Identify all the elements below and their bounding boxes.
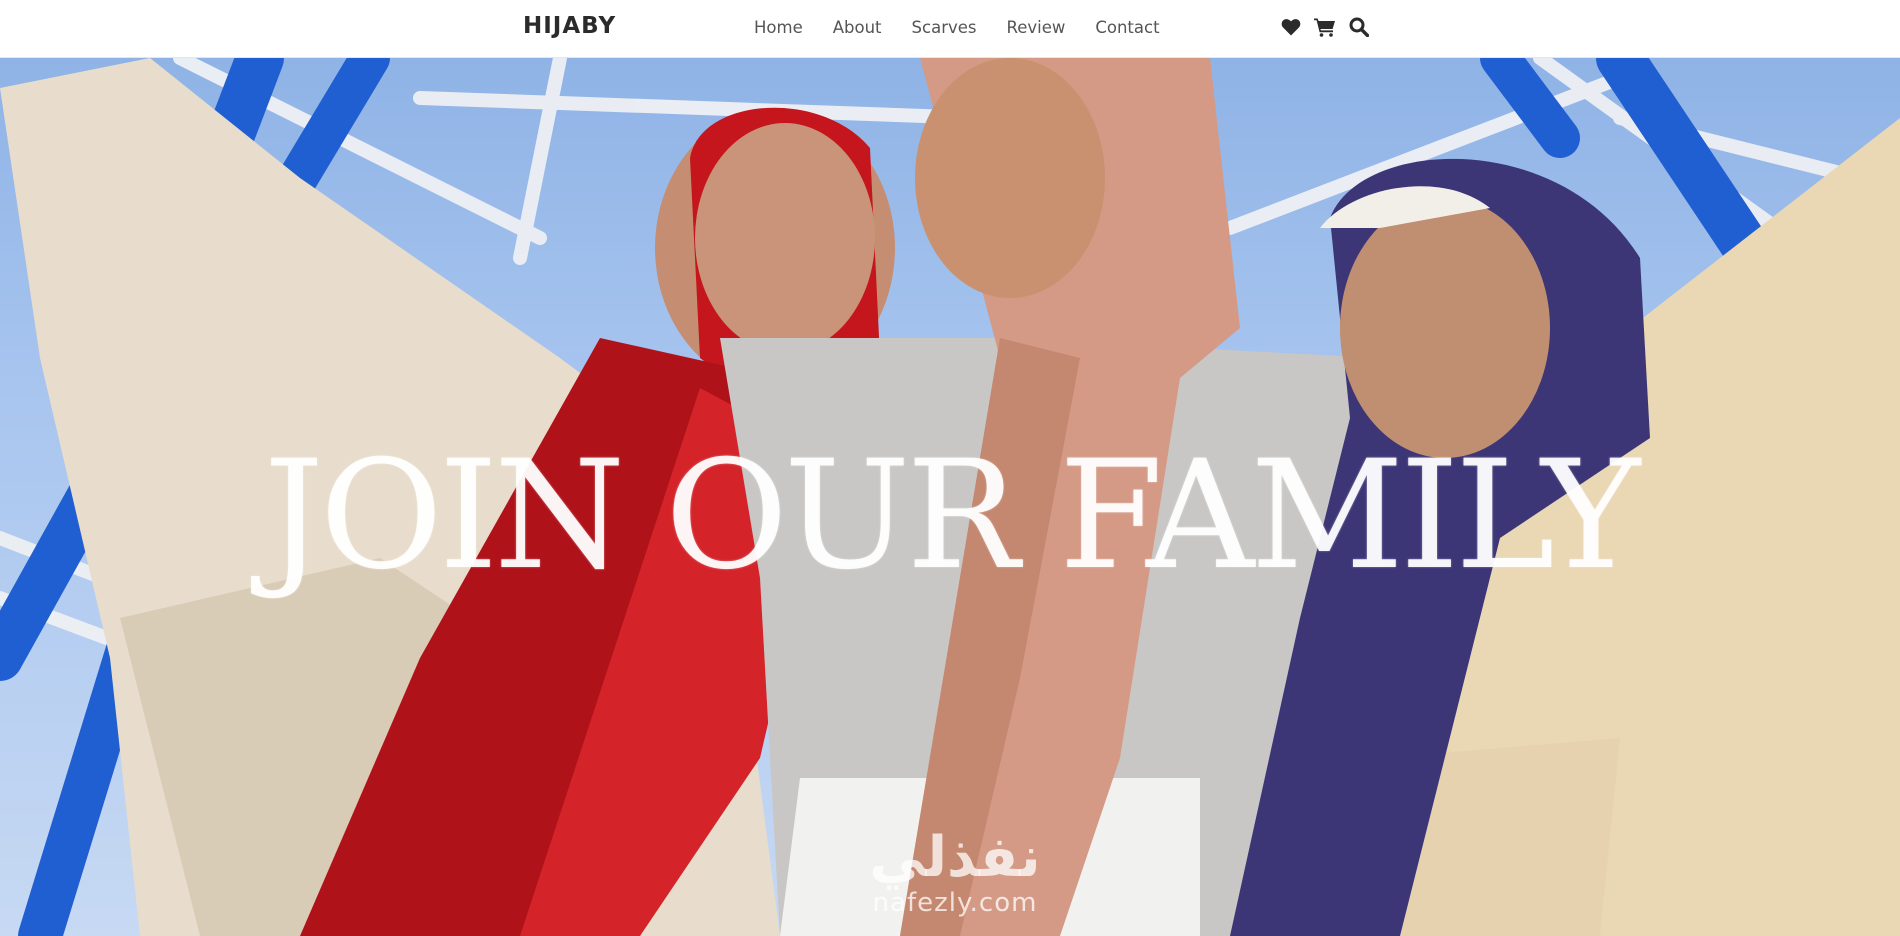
hero-title: JOIN OUR FAMILY <box>263 429 1641 603</box>
heart-icon[interactable] <box>1280 16 1302 38</box>
nav-link-home[interactable]: Home <box>754 18 803 38</box>
top-navbar: HIJABY Home About Scarves Review Contact <box>0 0 1900 58</box>
nav-icon-group <box>1280 16 1370 38</box>
nav-link-scarves[interactable]: Scarves <box>912 18 977 38</box>
search-icon[interactable] <box>1348 16 1370 38</box>
nav-menu: Home About Scarves Review Contact <box>754 18 1190 38</box>
hero-banner: JOIN OUR FAMILY نفذلي nafezly.com <box>0 58 1900 936</box>
cart-icon[interactable] <box>1314 16 1336 38</box>
brand-logo[interactable]: HIJABY <box>523 13 616 39</box>
nav-link-review[interactable]: Review <box>1006 18 1065 38</box>
nav-link-contact[interactable]: Contact <box>1095 18 1159 38</box>
nav-link-about[interactable]: About <box>833 18 882 38</box>
